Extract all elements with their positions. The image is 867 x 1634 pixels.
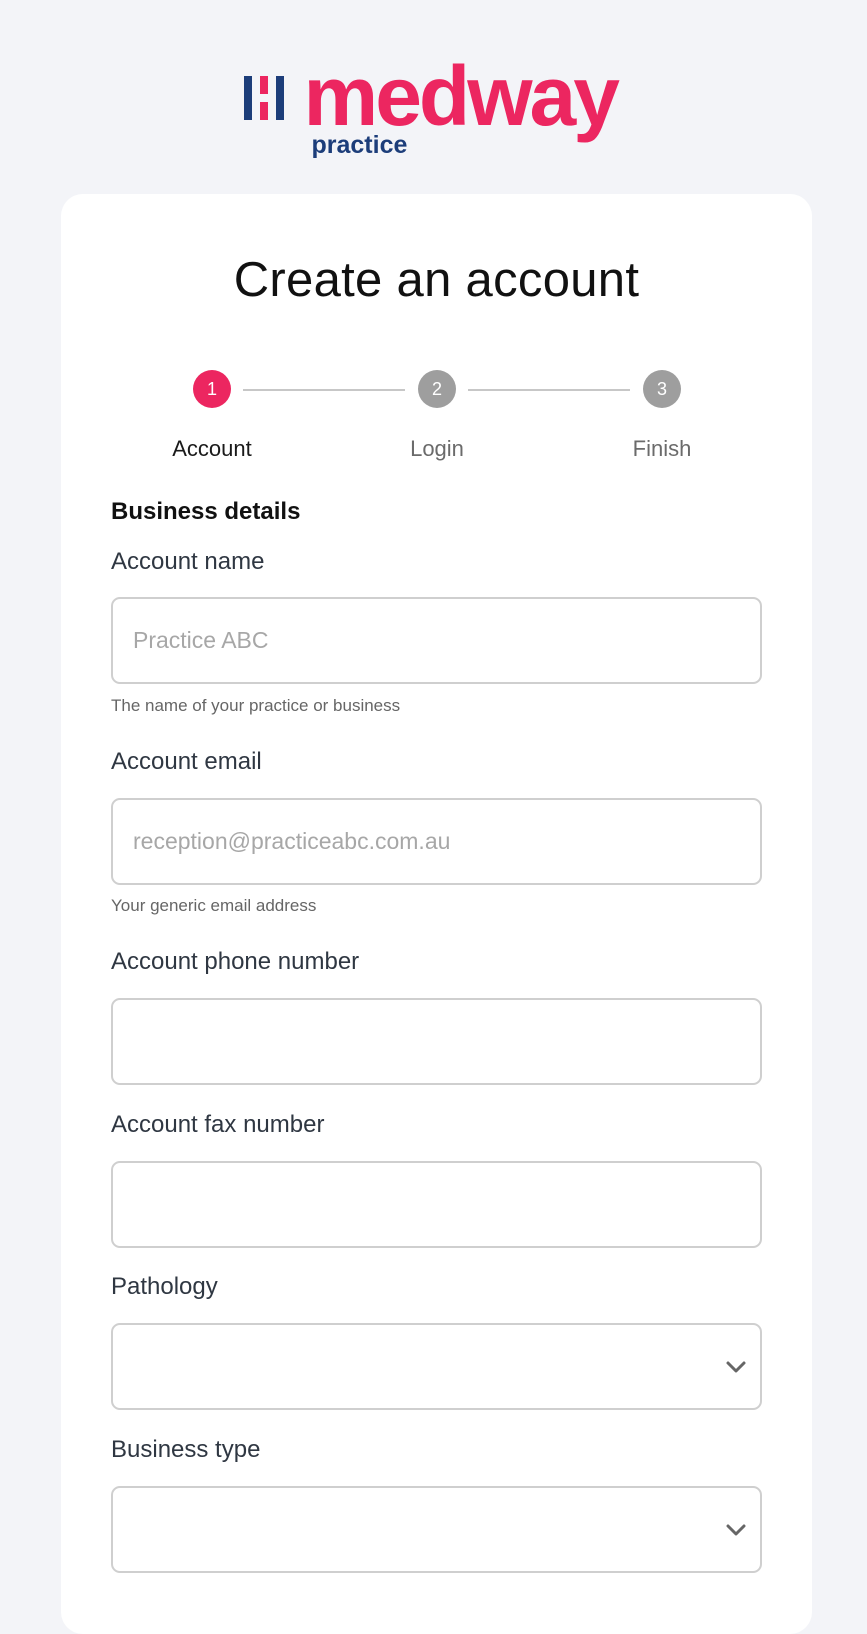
account-name-help: The name of your practice or business [111, 696, 401, 715]
account-fax-label: Account fax number [111, 1111, 325, 1138]
chevron-down-icon [726, 1524, 746, 1536]
account-phone-input[interactable] [111, 998, 762, 1085]
account-name-label: Account name [111, 548, 265, 575]
account-email-label: Account email [111, 748, 262, 775]
brand-logo: medway practice [0, 49, 867, 167]
stepper-connector [243, 389, 405, 391]
signup-card: Create an account 1 2 3 Account Login Fi… [61, 194, 812, 1634]
step-2-label: Login [410, 436, 464, 461]
logo-mark-icon [243, 76, 284, 120]
chevron-down-icon [726, 1361, 746, 1373]
pathology-label: Pathology [111, 1273, 218, 1300]
account-phone-label: Account phone number [111, 948, 360, 975]
account-email-help: Your generic email address [111, 896, 317, 915]
account-fax-input[interactable] [111, 1161, 762, 1248]
step-1-label: Account [172, 436, 252, 461]
brand-sub: practice [311, 131, 408, 159]
business-type-label: Business type [111, 1436, 261, 1463]
step-2-indicator[interactable]: 2 [418, 370, 456, 408]
section-title: Business details [111, 498, 301, 525]
business-type-select[interactable] [111, 1486, 762, 1573]
page-title: Create an account [233, 253, 640, 307]
step-1-indicator[interactable]: 1 [193, 370, 231, 408]
account-name-input[interactable] [111, 597, 762, 684]
step-3-label: Finish [632, 436, 692, 461]
pathology-select[interactable] [111, 1323, 762, 1410]
account-email-input[interactable] [111, 798, 762, 885]
stepper-connector [468, 389, 630, 391]
brand-logo-inner: medway practice [243, 49, 624, 167]
step-3-indicator[interactable]: 3 [643, 370, 681, 408]
